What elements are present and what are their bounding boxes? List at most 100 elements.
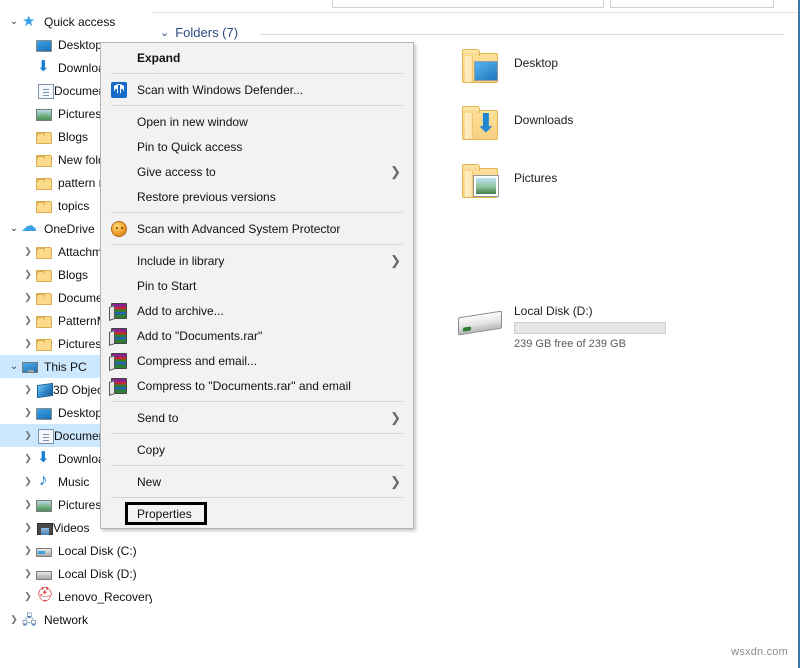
- chevron-right-icon[interactable]: ❯: [20, 539, 36, 562]
- chevron-right-icon[interactable]: ❯: [20, 263, 36, 286]
- download-arrow-icon: [36, 60, 52, 76]
- menu-item-add-to-documents-rar[interactable]: Add to "Documents.rar": [101, 323, 413, 348]
- list-item[interactable]: Pictures: [458, 162, 678, 212]
- sidebar-item-label: topics: [58, 199, 89, 213]
- menu-item-include-in-library[interactable]: Include in library❯: [101, 248, 413, 273]
- drive-list-item[interactable]: Local Disk (D:) 239 GB free of 239 GB: [452, 300, 666, 350]
- menu-item-compress-to-documents-rar-and-email[interactable]: Compress to "Documents.rar" and email: [101, 373, 413, 398]
- menu-item-pin-to-quick-access[interactable]: Pin to Quick access: [101, 134, 413, 159]
- menu-item-label: Include in library: [137, 254, 224, 268]
- menu-item-copy[interactable]: Copy: [101, 437, 413, 462]
- chevron-right-icon[interactable]: ❯: [20, 332, 36, 355]
- watermark: wsxdn.com: [731, 646, 788, 658]
- menu-item-label: Restore previous versions: [137, 190, 276, 204]
- drive-capacity-bar: [514, 322, 666, 334]
- sidebar-item-network[interactable]: ❯Network: [0, 608, 152, 631]
- chevron-right-icon[interactable]: ❯: [20, 424, 36, 447]
- monitor-icon: [36, 40, 52, 52]
- menu-item-scan-with-windows-defender[interactable]: Scan with Windows Defender...: [101, 77, 413, 102]
- chevron-right-icon[interactable]: ❯: [6, 608, 22, 631]
- menu-item-compress-and-email[interactable]: Compress and email...: [101, 348, 413, 373]
- windows-defender-icon: [111, 82, 127, 98]
- drive-info: Local Disk (D:) 239 GB free of 239 GB: [514, 300, 666, 350]
- context-menu[interactable]: Expand Scan with Windows Defender... Open …: [100, 42, 414, 529]
- document-icon: [38, 84, 54, 99]
- chevron-right-icon[interactable]: ❯: [20, 562, 36, 585]
- menu-item-scan-with-advanced-system-protector[interactable]: Scan with Advanced System Protector: [101, 216, 413, 241]
- menu-separator: [111, 105, 403, 106]
- menu-separator: [111, 73, 403, 74]
- sidebar-item-label: Quick access: [44, 15, 115, 29]
- sidebar-item-local-disk-d[interactable]: ❯Local Disk (D:): [0, 562, 152, 585]
- list-item-label: Desktop: [514, 47, 558, 70]
- sidebar-item-label: Videos: [53, 521, 89, 535]
- sidebar-item-quick-access[interactable]: ⌄ Quick access: [0, 10, 152, 33]
- menu-item-label: New: [137, 475, 161, 489]
- file-explorer-window: ⌄Quick accessDesktopDownloadsDocumentsPi…: [0, 0, 800, 668]
- folder-icon: [36, 201, 52, 213]
- chevron-right-icon[interactable]: ❯: [20, 493, 36, 516]
- folders-group-header[interactable]: ⌄ Folders (7): [160, 25, 238, 40]
- chevron-right-icon[interactable]: ❯: [20, 286, 36, 309]
- chevron-right-icon[interactable]: ❯: [20, 585, 36, 608]
- chevron-right-icon[interactable]: ❯: [20, 309, 36, 332]
- drive-capacity-label: 239 GB free of 239 GB: [514, 338, 666, 350]
- content-top-divider: [152, 12, 798, 13]
- chevron-down-icon[interactable]: ⌄: [6, 10, 22, 33]
- folder-desktop-icon: [458, 47, 506, 91]
- menu-separator: [111, 244, 403, 245]
- sidebar-item-label: Desktop: [58, 406, 102, 420]
- menu-item-new[interactable]: New ❯: [101, 469, 413, 494]
- chevron-down-icon[interactable]: ⌄: [160, 26, 169, 39]
- chevron-right-icon: ❯: [390, 474, 401, 490]
- chevron-right-icon[interactable]: ❯: [20, 516, 36, 539]
- search-input[interactable]: [610, 0, 774, 8]
- winrar-icon: [111, 328, 127, 344]
- menu-item-pin-to-start[interactable]: Pin to Start: [101, 273, 413, 298]
- menu-item-label: Add to archive...: [137, 304, 224, 318]
- sidebar-item-label: Local Disk (C:): [58, 544, 137, 558]
- chevron-right-icon: ❯: [390, 164, 401, 180]
- sidebar-item-label: Pictures: [58, 107, 101, 121]
- video-icon: [37, 523, 53, 535]
- folder-icon: [36, 247, 52, 259]
- menu-item-label: Scan with Advanced System Protector: [137, 222, 340, 236]
- chevron-right-icon[interactable]: ❯: [20, 401, 36, 424]
- winrar-icon: [111, 353, 127, 369]
- sidebar-item-label: Blogs: [58, 130, 88, 144]
- chevron-right-icon[interactable]: ❯: [20, 378, 36, 401]
- list-item[interactable]: Desktop: [458, 47, 678, 97]
- sidebar-item-label: Blogs: [58, 268, 88, 282]
- menu-item-open-in-new-window[interactable]: Open in new window: [101, 109, 413, 134]
- sidebar-item-local-disk-c[interactable]: ❯ Local Disk (C:): [0, 539, 152, 562]
- winrar-icon: [111, 378, 127, 394]
- sidebar-item-lenovo-recovery-e[interactable]: ❯Lenovo_Recovery (E: [0, 585, 152, 608]
- menu-item-properties[interactable]: Properties: [101, 501, 413, 526]
- cloud-icon: [22, 221, 38, 237]
- menu-item-give-access-to[interactable]: Give access to ❯: [101, 159, 413, 184]
- chevron-down-icon[interactable]: ⌄: [6, 217, 22, 240]
- menu-separator: [111, 212, 403, 213]
- menu-item-add-to-archive[interactable]: Add to archive...: [101, 298, 413, 323]
- chevron-right-icon[interactable]: ❯: [20, 240, 36, 263]
- music-note-icon: [36, 474, 52, 490]
- toolbar-strip: [0, 0, 800, 10]
- menu-item-expand[interactable]: Expand: [101, 45, 413, 70]
- chevron-right-icon[interactable]: ❯: [20, 447, 36, 470]
- menu-separator: [111, 401, 403, 402]
- menu-item-restore-previous-versions[interactable]: Restore previous versions: [101, 184, 413, 209]
- chevron-right-icon[interactable]: ❯: [20, 470, 36, 493]
- chevron-down-icon[interactable]: ⌄: [6, 355, 22, 378]
- folder-icon: [36, 293, 52, 305]
- 3d-objects-icon: [37, 383, 53, 398]
- menu-item-send-to[interactable]: Send to ❯: [101, 405, 413, 430]
- folder-icon: [36, 178, 52, 190]
- picture-icon: [36, 500, 52, 512]
- address-bar[interactable]: [332, 0, 604, 8]
- menu-item-label: Send to: [137, 411, 178, 425]
- folder-icon: [36, 132, 52, 144]
- list-item[interactable]: Downloads: [458, 104, 678, 154]
- chevron-right-icon: ❯: [390, 410, 401, 426]
- menu-item-label: Give access to: [137, 165, 216, 179]
- menu-item-label: Compress to "Documents.rar" and email: [137, 379, 351, 393]
